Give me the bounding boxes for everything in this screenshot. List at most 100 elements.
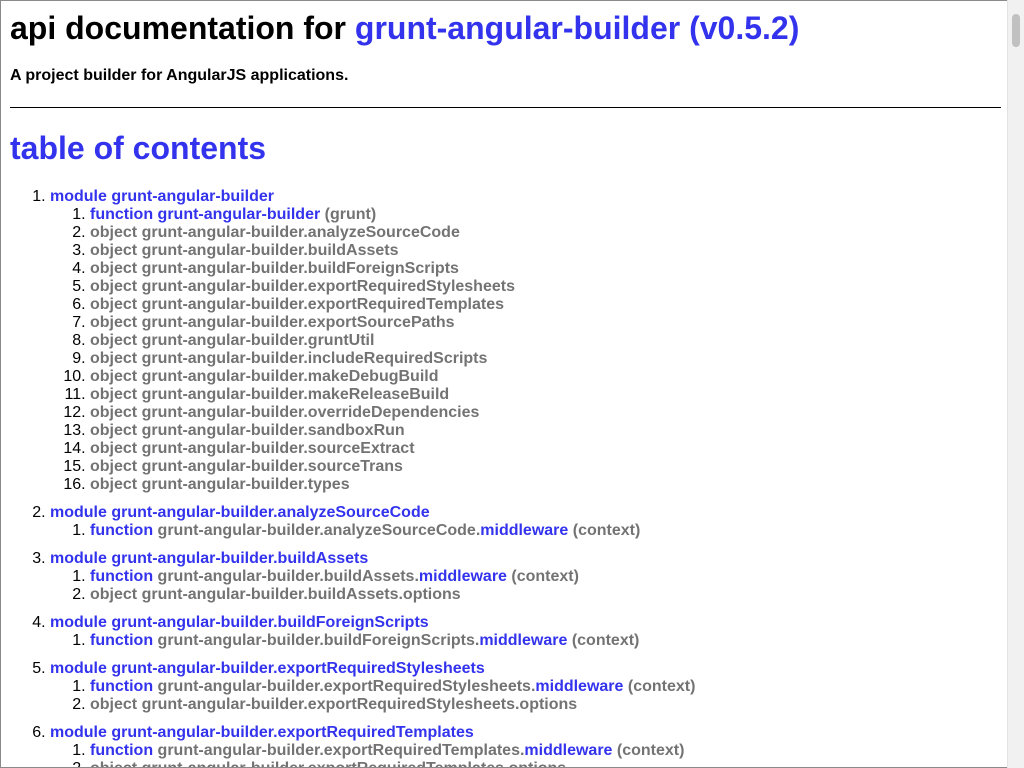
member-item: object grunt-angular-builder.sourceExtra… [90,440,695,458]
member-item: function grunt-angular-builder.analyzeSo… [90,522,695,540]
member-kind: object [90,760,137,767]
member-item: object grunt-angular-builder.sourceTrans [90,458,695,476]
member-path: grunt-angular-builder.analyzeSourceCode. [157,522,481,539]
member-name-link[interactable]: middleware [479,632,567,649]
member-args: (context) [571,632,640,649]
member-args: (grunt) [324,206,377,223]
member-list: function grunt-angular-builder.analyzeSo… [50,522,695,540]
toc-module-item: module grunt-angular-builder.analyzeSour… [50,504,695,540]
member-name: grunt-angular-builder.exportSourcePaths [141,314,455,331]
toc-module-item: module grunt-angular-builder.exportRequi… [50,660,695,714]
member-item: object grunt-angular-builder.exportRequi… [90,760,695,767]
member-kind: object [90,314,138,331]
toc-module-item: module grunt-angular-builder.buildAssets… [50,550,695,604]
page-viewport: api documentation for grunt-angular-buil… [0,0,1023,768]
toc-module-item: module grunt-angular-builder.buildForeig… [50,614,695,650]
member-item: object grunt-angular-builder.exportRequi… [90,278,695,296]
member-item: object grunt-angular-builder.exportRequi… [90,296,695,314]
member-kind: object [90,476,138,493]
member-name: grunt-angular-builder.sandboxRun [141,422,405,439]
vertical-scrollbar[interactable] [1007,0,1024,768]
member-item: function grunt-angular-builder.exportReq… [90,742,695,760]
member-item: object grunt-angular-builder.analyzeSour… [90,224,695,242]
member-name: grunt-angular-builder.makeDebugBuild [141,368,439,385]
member-name: grunt-angular-builder.types [141,476,350,493]
member-name-link[interactable]: middleware [524,742,612,759]
member-kind: object [90,422,138,439]
member-name-link[interactable]: middleware [535,678,623,695]
member-name: grunt-angular-builder.gruntUtil [141,332,375,349]
member-path: grunt-angular-builder.buildAssets. [157,568,419,585]
member-item: function grunt-angular-builder (grunt) [90,206,695,224]
member-item: object grunt-angular-builder.exportRequi… [90,696,695,714]
function-link[interactable]: function [90,568,153,585]
member-name: grunt-angular-builder.sourceTrans [141,458,403,475]
member-list: function grunt-angular-builder.buildAsse… [50,568,695,604]
member-path: grunt-angular-builder.buildForeignScript… [157,632,480,649]
member-name: grunt-angular-builder.buildAssets [141,242,399,259]
module-link[interactable]: module grunt-angular-builder.buildAssets [50,550,368,567]
member-path: grunt-angular-builder.exportRequiredTemp… [157,742,525,759]
function-link[interactable]: function [90,632,153,649]
member-kind: object [90,696,138,713]
member-name: grunt-angular-builder.exportRequiredTemp… [141,296,504,313]
module-link[interactable]: module grunt-angular-builder.exportRequi… [50,660,485,677]
member-name: grunt-angular-builder.buildAssets.option… [141,586,461,603]
member-name: grunt-angular-builder.exportRequiredTemp… [142,760,567,767]
module-link[interactable]: module grunt-angular-builder.exportRequi… [50,724,474,741]
function-link[interactable]: function [90,522,153,539]
member-name: grunt-angular-builder.exportRequiredStyl… [141,696,578,713]
function-link[interactable]: function [90,206,153,223]
member-item: object grunt-angular-builder.gruntUtil [90,332,695,350]
toc-module-item: module grunt-angular-builder.exportRequi… [50,724,695,767]
module-link[interactable]: module grunt-angular-builder.buildForeig… [50,614,429,631]
member-args: (context) [511,568,579,585]
member-args: (context) [616,742,685,759]
member-kind: object [90,278,138,295]
member-item: object grunt-angular-builder.overrideDep… [90,404,695,422]
member-name: grunt-angular-builder.exportRequiredStyl… [141,278,515,295]
member-name-link[interactable]: grunt-angular-builder [158,206,321,223]
member-name: grunt-angular-builder.overrideDependenci… [141,404,480,421]
member-kind: object [90,586,138,603]
module-link[interactable]: module grunt-angular-builder [50,188,274,205]
member-item: object grunt-angular-builder.exportSourc… [90,314,695,332]
member-name: grunt-angular-builder.analyzeSourceCode [141,224,460,241]
member-list: function grunt-angular-builder (grunt)ob… [50,206,695,494]
member-name-link[interactable]: middleware [480,522,568,539]
member-list: function grunt-angular-builder.buildFore… [50,632,695,650]
page-title: api documentation for grunt-angular-buil… [10,10,799,46]
member-item: object grunt-angular-builder.types [90,476,695,494]
member-item: object grunt-angular-builder.buildAssets [90,242,695,260]
member-name: grunt-angular-builder.includeRequiredScr… [141,350,488,367]
divider [10,107,1001,108]
member-name-link[interactable]: middleware [419,568,507,585]
toc-module-item: module grunt-angular-builderfunction gru… [50,188,695,494]
member-kind: object [90,224,138,241]
package-link[interactable]: grunt-angular-builder (v0.5.2) [355,10,799,46]
member-item: object grunt-angular-builder.includeRequ… [90,350,695,368]
scrollbar-thumb[interactable] [1012,14,1020,47]
member-kind: object [90,350,138,367]
member-list: function grunt-angular-builder.exportReq… [50,678,695,714]
member-list: function grunt-angular-builder.exportReq… [50,742,695,767]
toc-list: module grunt-angular-builderfunction gru… [10,188,695,767]
member-item: object grunt-angular-builder.makeRelease… [90,386,695,404]
member-item: function grunt-angular-builder.exportReq… [90,678,695,696]
member-item: object grunt-angular-builder.sandboxRun [90,422,695,440]
member-args: (context) [572,522,641,539]
member-path: grunt-angular-builder.exportRequiredStyl… [157,678,536,695]
member-kind: object [90,242,138,259]
page-title-prefix: api documentation for [10,10,346,46]
function-link[interactable]: function [90,678,153,695]
member-kind: object [90,458,138,475]
member-item: function grunt-angular-builder.buildAsse… [90,568,695,586]
function-link[interactable]: function [90,742,153,759]
module-link[interactable]: module grunt-angular-builder.analyzeSour… [50,504,430,521]
member-kind: object [90,404,138,421]
member-kind: object [90,440,138,457]
member-args: (context) [627,678,696,695]
member-kind: object [90,386,138,403]
member-item: object grunt-angular-builder.buildAssets… [90,586,695,604]
member-kind: object [90,332,138,349]
